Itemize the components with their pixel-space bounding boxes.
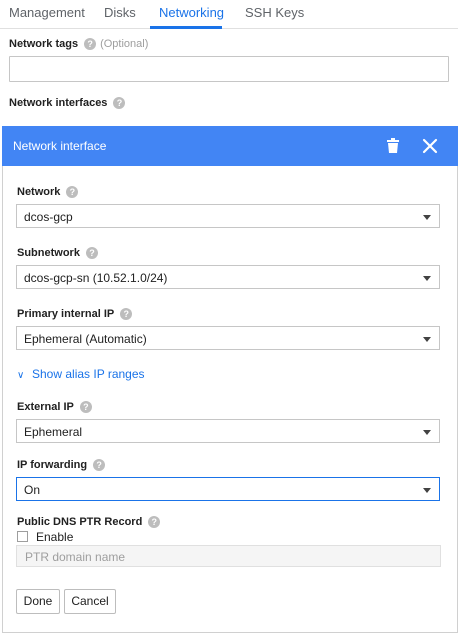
ptr-domain-input: PTR domain name <box>16 545 441 567</box>
primary-ip-label: Primary internal IP? <box>17 308 133 320</box>
caret-down-icon <box>423 276 431 281</box>
ip-forwarding-select[interactable]: On <box>16 477 440 501</box>
ip-forwarding-label: IP forwarding? <box>17 459 106 471</box>
tab-bar: Management Disks Networking SSH Keys <box>0 0 458 29</box>
network-tags-label: Network tags? (Optional) <box>9 38 149 50</box>
help-icon[interactable]: ? <box>93 459 106 471</box>
network-select[interactable]: dcos-gcp <box>16 204 440 228</box>
enable-label: Enable <box>36 530 74 544</box>
enable-checkbox[interactable] <box>17 531 28 542</box>
cancel-button[interactable]: Cancel <box>64 589 116 614</box>
caret-down-icon <box>423 430 431 435</box>
help-icon[interactable]: ? <box>66 186 79 198</box>
close-icon[interactable] <box>420 136 440 156</box>
show-alias-ip-ranges-link[interactable]: ∨ Show alias IP ranges <box>17 367 145 381</box>
network-tags-input[interactable] <box>9 56 449 82</box>
help-icon[interactable]: ? <box>79 401 92 413</box>
external-ip-label: External IP? <box>17 401 92 413</box>
ip-forwarding-value: On <box>24 483 41 497</box>
panel-header: Network interface <box>2 126 458 166</box>
tab-disks[interactable]: Disks <box>104 5 136 20</box>
done-button[interactable]: Done <box>16 589 60 614</box>
panel-title: Network interface <box>13 139 107 153</box>
trash-icon[interactable] <box>386 138 400 154</box>
primary-ip-value: Ephemeral (Automatic) <box>24 332 147 346</box>
double-chevron-down-icon: ∨ <box>17 370 25 381</box>
network-label: Network? <box>17 186 79 198</box>
subnetwork-value: dcos-gcp-sn (10.52.1.0/24) <box>24 271 168 285</box>
caret-down-icon <box>423 215 431 220</box>
external-ip-value: Ephemeral <box>24 425 83 439</box>
subnetwork-label: Subnetwork? <box>17 247 98 259</box>
active-tab-indicator <box>150 26 222 29</box>
tab-ssh-keys[interactable]: SSH Keys <box>245 5 304 20</box>
ptr-placeholder: PTR domain name <box>25 550 126 564</box>
dns-ptr-label: Public DNS PTR Record? <box>17 516 161 528</box>
tab-networking[interactable]: Networking <box>159 5 224 20</box>
network-value: dcos-gcp <box>24 210 73 224</box>
optional-hint: (Optional) <box>100 38 149 50</box>
external-ip-select[interactable]: Ephemeral <box>16 419 440 443</box>
subnetwork-select[interactable]: dcos-gcp-sn (10.52.1.0/24) <box>16 265 440 289</box>
help-icon[interactable]: ? <box>85 247 98 259</box>
caret-down-icon <box>423 488 431 493</box>
help-icon[interactable]: ? <box>84 38 97 50</box>
help-icon[interactable]: ? <box>120 308 133 320</box>
tab-management[interactable]: Management <box>9 5 85 20</box>
help-icon[interactable]: ? <box>113 97 126 109</box>
help-icon[interactable]: ? <box>148 516 161 528</box>
network-interfaces-label: Network interfaces? <box>9 97 126 109</box>
primary-ip-select[interactable]: Ephemeral (Automatic) <box>16 326 440 350</box>
caret-down-icon <box>423 337 431 342</box>
